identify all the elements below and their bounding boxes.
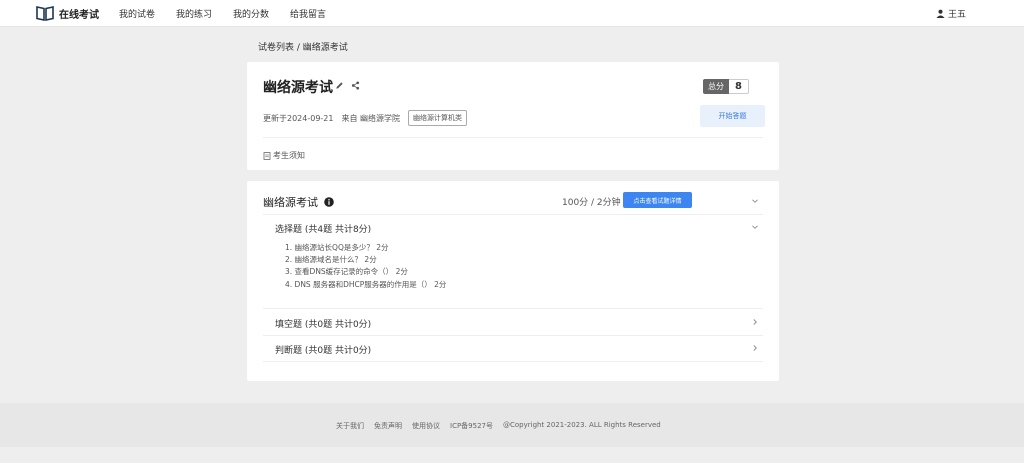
question-item[interactable]: 4. DNS 服务器和DHCP服务器的作用是（） 2分 (285, 279, 446, 291)
pencil-icon[interactable] (335, 81, 344, 90)
footer-copyright: @Copyright 2021-2023. ALL Rights Reserve… (503, 421, 661, 429)
candidate-notice-label: 考生须知 (273, 151, 305, 160)
share-icon[interactable] (351, 81, 360, 90)
chevron-down-icon[interactable] (751, 197, 759, 205)
question-item[interactable]: 2. 幽络源域名是什么？ 2分 (285, 254, 446, 266)
brand-name: 在线考试 (59, 9, 99, 21)
total-score-badge: 总分 8 (703, 79, 749, 94)
footer-links: 关于我们 免责声明 使用协议 ICP备9527号 @Copyright 2021… (336, 421, 671, 431)
section-fill-blank[interactable]: 填空题 (共0题 共计0分) (275, 317, 371, 330)
user-icon (936, 9, 945, 18)
exam-source: 来自 幽络源学院 (341, 113, 401, 123)
breadcrumb-separator: / (294, 43, 303, 53)
breadcrumb: 试卷列表 / 幽络源考试 (258, 40, 348, 53)
divider (263, 361, 763, 362)
nav-my-practice[interactable]: 我的练习 (176, 7, 212, 20)
nav-leave-message[interactable]: 给我留言 (290, 7, 326, 20)
divider (263, 335, 763, 336)
user-menu[interactable]: 王五 (936, 0, 966, 26)
top-navbar: 在线考试 我的试卷 我的练习 我的分数 给我留言 王五 (0, 0, 1024, 27)
divider (263, 214, 763, 215)
divider (263, 137, 763, 138)
paper-card: 幽络源考试 100分 / 2分钟 点击查看试题详情 选择题 (共4题 共计8分)… (247, 181, 779, 381)
breadcrumb-exam-list[interactable]: 试卷列表 (258, 43, 294, 53)
nav-my-scores[interactable]: 我的分数 (233, 7, 269, 20)
footer-terms-link[interactable]: 使用协议 (412, 421, 440, 431)
exam-info-card: 幽络源考试 更新于2024-09-21 来自 幽络源学院 幽络源计算机类 总分 … (247, 62, 779, 170)
chevron-right-icon[interactable] (751, 318, 759, 326)
user-name: 王五 (947, 9, 966, 20)
candidate-notice-link[interactable]: 考生须知 (263, 150, 305, 161)
updated-date: 更新于2024-09-21 (263, 113, 334, 123)
exam-meta: 更新于2024-09-21 来自 幽络源学院 幽络源计算机类 (263, 110, 468, 126)
footer-about-link[interactable]: 关于我们 (336, 421, 364, 431)
paper-title: 幽络源考试 (263, 196, 318, 209)
breadcrumb-current: 幽络源考试 (302, 43, 348, 53)
open-book-icon (36, 6, 54, 21)
total-score-value: 8 (729, 79, 749, 94)
exam-title: 幽络源考试 (263, 80, 333, 96)
category-tag[interactable]: 幽络源计算机类 (408, 110, 468, 126)
question-list: 1. 幽络源站长QQ是多少？ 2分 2. 幽络源域名是什么？ 2分 3. 查看D… (285, 242, 446, 291)
brand-logo[interactable]: 在线考试 (36, 5, 99, 21)
section-multiple-choice[interactable]: 选择题 (共4题 共计8分) (275, 222, 371, 235)
footer-icp-link[interactable]: ICP备9527号 (450, 421, 493, 431)
question-item[interactable]: 3. 查看DNS缓存记录的命令（） 2分 (285, 266, 446, 278)
document-icon (263, 151, 271, 160)
info-icon[interactable] (324, 197, 334, 207)
section-true-false[interactable]: 判断题 (共0题 共计0分) (275, 343, 371, 356)
chevron-down-icon[interactable] (751, 223, 759, 231)
start-exam-button[interactable]: 开始答题 (700, 105, 765, 127)
chevron-right-icon[interactable] (751, 344, 759, 352)
question-item[interactable]: 1. 幽络源站长QQ是多少？ 2分 (285, 242, 446, 254)
paper-summary: 100分 / 2分钟 (562, 198, 621, 208)
divider (263, 308, 763, 309)
footer-disclaimer-link[interactable]: 免责声明 (374, 421, 402, 431)
total-score-label: 总分 (703, 79, 729, 94)
paper-header: 幽络源考试 (263, 194, 334, 210)
footer: 关于我们 免责声明 使用协议 ICP备9527号 @Copyright 2021… (0, 403, 1024, 447)
view-details-button[interactable]: 点击查看试题详情 (623, 192, 692, 208)
nav-my-exams[interactable]: 我的试卷 (119, 7, 155, 20)
